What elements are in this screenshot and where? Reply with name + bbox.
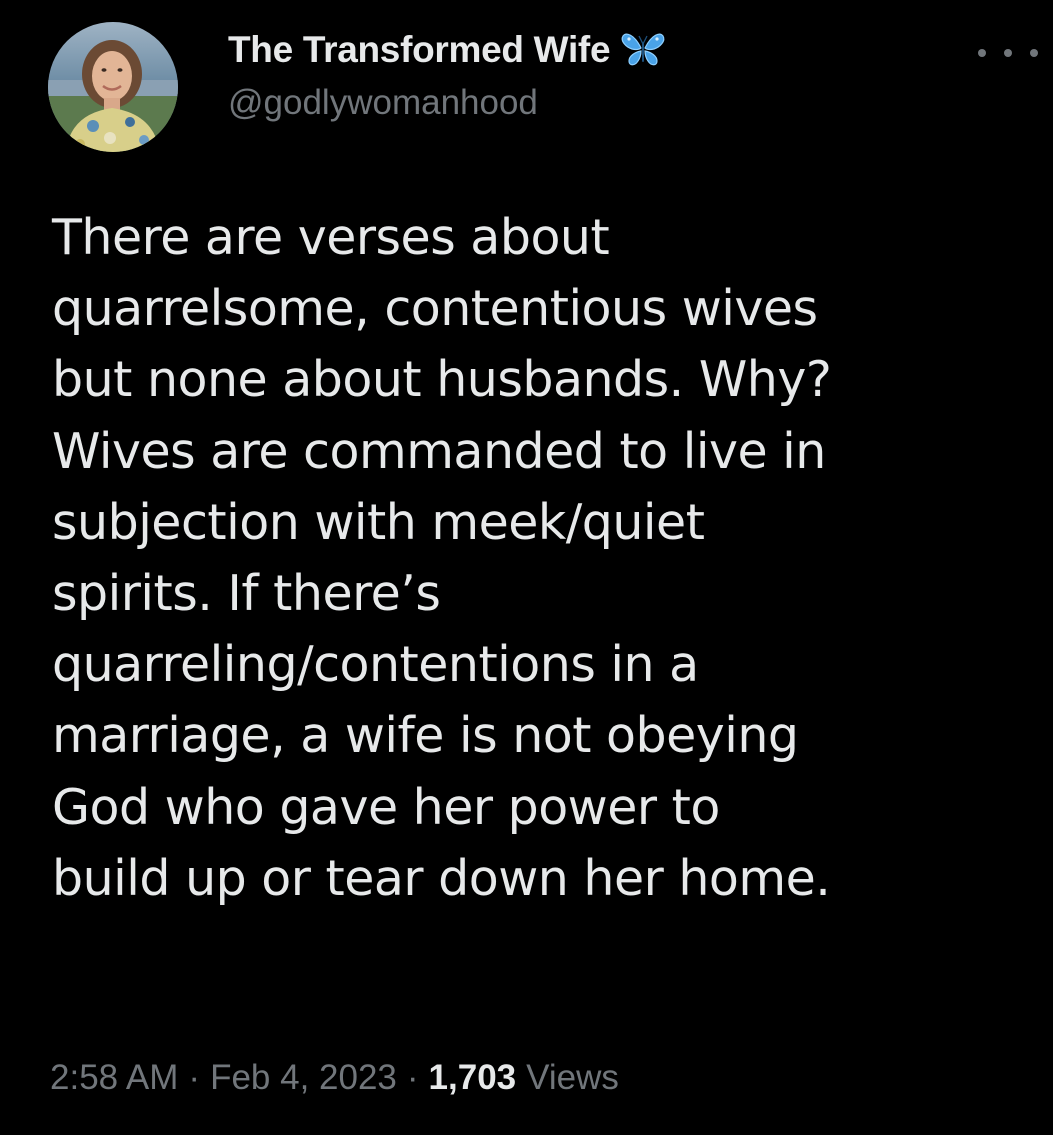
more-options-icon-dot	[1030, 49, 1038, 57]
separator: ·	[188, 1058, 201, 1097]
tweet-text-line: build up or tear down her home.	[52, 849, 831, 907]
profile-photo	[48, 22, 178, 152]
tweet-header: The Transformed Wife @godlywomanhood	[48, 22, 1048, 152]
tweet-metadata: 2:58 AM · Feb 4, 2023 · 1,703 Views	[50, 1058, 619, 1098]
butterfly-icon	[620, 30, 666, 70]
tweet-text-line: God who gave her power to	[52, 778, 720, 836]
author-names: The Transformed Wife @godlywomanhood	[228, 27, 666, 123]
tweet-date[interactable]: Feb 4, 2023	[210, 1058, 397, 1098]
tweet-text-line: There are verses about	[52, 209, 610, 266]
views-count[interactable]: 1,703	[429, 1058, 517, 1098]
avatar[interactable]	[48, 22, 178, 152]
more-options-icon	[978, 49, 986, 57]
display-name-row: The Transformed Wife	[228, 27, 666, 73]
tweet-time[interactable]: 2:58 AM	[50, 1058, 178, 1098]
tweet-text-line: quarreling/contentions in a	[52, 636, 699, 694]
tweet: The Transformed Wife @godlywomanhood The…	[0, 0, 1053, 1135]
tweet-text: There are verses about quarrelsome, cont…	[52, 202, 1042, 914]
separator: ·	[406, 1058, 419, 1097]
tweet-text-line: subjection with meek/quiet	[52, 493, 705, 551]
tweet-text-line: marriage, a wife is not obeying	[52, 707, 799, 765]
author-handle[interactable]: @godlywomanhood	[228, 83, 666, 123]
tweet-text-line: quarrelsome, contentious wives	[52, 280, 818, 338]
more-options-button[interactable]	[978, 38, 1038, 68]
views-label: Views	[526, 1058, 619, 1097]
tweet-text-line: Wives are commanded to live in	[52, 422, 826, 480]
tweet-text-line: but none about husbands. Why?	[52, 351, 832, 409]
display-name[interactable]: The Transformed Wife	[228, 29, 611, 71]
more-options-icon-dot	[1004, 49, 1012, 57]
tweet-text-line: spirits. If there’s	[52, 564, 441, 622]
